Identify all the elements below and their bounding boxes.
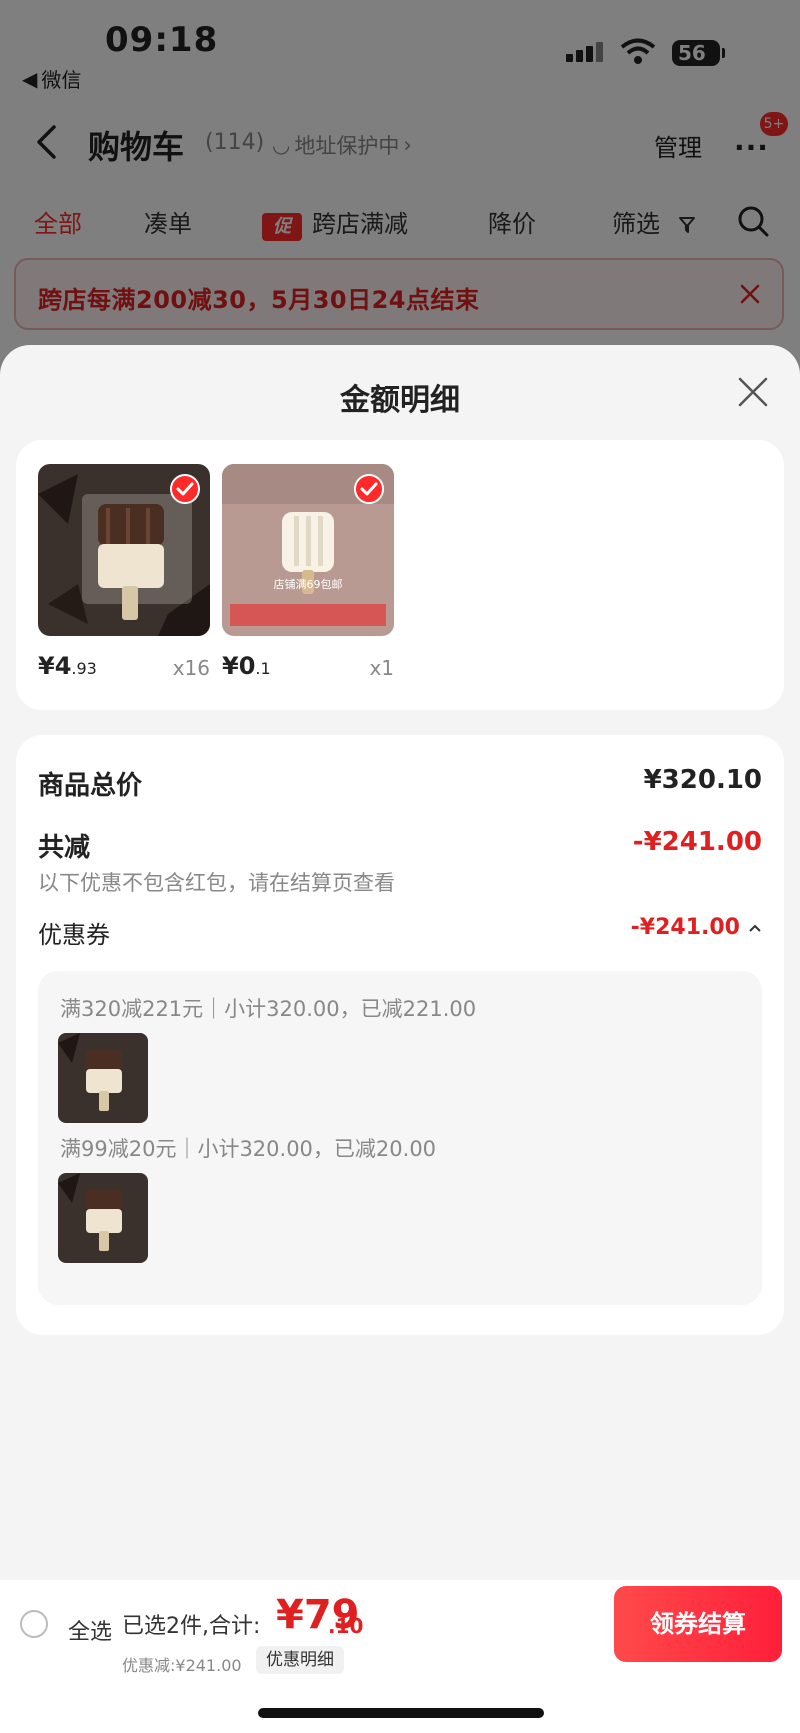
select-all-label[interactable]: 全选 (68, 1614, 112, 1646)
discount-summary: 优惠减:¥241.00 (122, 1656, 242, 1675)
price-decimal: .93 (71, 659, 97, 678)
product-quantity: x1 (369, 656, 394, 680)
reduce-label: 共减 (38, 833, 91, 863)
product-item[interactable]: ¥4.93 x16 (38, 464, 210, 680)
product-price: ¥4.93 (38, 652, 97, 680)
product-item[interactable]: 店铺满69包邮 ¥0.1 x1 (222, 464, 394, 680)
coupon-detail-box: 满320减221元｜小计320.00，已减221.00 满99减20元｜小计32… (38, 971, 762, 1305)
total-label: 商品总价 (38, 771, 143, 801)
price-summary-card: 商品总价 ¥320.10 共减 -¥241.00 以下优惠不包含红包，请在结算页… (16, 735, 784, 1335)
coupon-line: 满320减221元｜小计320.00，已减221.00 (60, 997, 477, 1021)
home-indicator[interactable] (258, 1708, 544, 1718)
product-caption: 店铺满69包邮 (273, 578, 343, 591)
checkout-bar: 全选 已选2件,合计: ¥79 .10 优惠减:¥241.00 优惠明细 领券结… (0, 1580, 800, 1733)
discount-note: 以下优惠不包含红包，请在结算页查看 (38, 871, 395, 895)
amount-detail-sheet: 金额明细 ¥4.93 x16 店铺满69包邮 ¥0.1 x1 商品总价 ¥320… (0, 345, 800, 1733)
product-image (38, 464, 210, 636)
sheet-title: 金额明细 (340, 383, 460, 418)
price-main: ¥4 (38, 652, 72, 680)
price-decimal: .1 (255, 659, 271, 678)
coupon-line: 满99减20元｜小计320.00，已减20.00 (60, 1137, 437, 1161)
chevron-up-icon (749, 924, 761, 932)
coupon-product-thumb (58, 1173, 148, 1263)
select-all-radio[interactable] (20, 1610, 48, 1638)
checked-icon (354, 474, 384, 504)
product-quantity: x16 (172, 656, 210, 680)
checked-icon (170, 474, 200, 504)
selected-summary: 已选2件,合计: (122, 1614, 261, 1639)
dim-overlay[interactable] (0, 0, 800, 400)
discount-detail-button[interactable]: 优惠明细 (256, 1646, 344, 1674)
coupon-value: -¥241.00 (630, 915, 740, 940)
product-list-card: ¥4.93 x16 店铺满69包邮 ¥0.1 x1 (16, 440, 784, 710)
price-main: ¥0 (222, 652, 256, 680)
total-value: ¥320.10 (643, 765, 762, 795)
total-amount-decimal: .10 (328, 1614, 364, 1638)
product-image: 店铺满69包邮 (222, 464, 394, 636)
coupon-product-thumb (58, 1033, 148, 1123)
checkout-button[interactable]: 领券结算 (614, 1586, 782, 1662)
coupon-label: 优惠券 (38, 921, 110, 949)
coupon-toggle[interactable]: -¥241.00 (631, 915, 762, 940)
close-icon[interactable] (736, 375, 770, 409)
product-price: ¥0.1 (222, 652, 271, 680)
reduce-value: -¥241.00 (632, 827, 762, 857)
